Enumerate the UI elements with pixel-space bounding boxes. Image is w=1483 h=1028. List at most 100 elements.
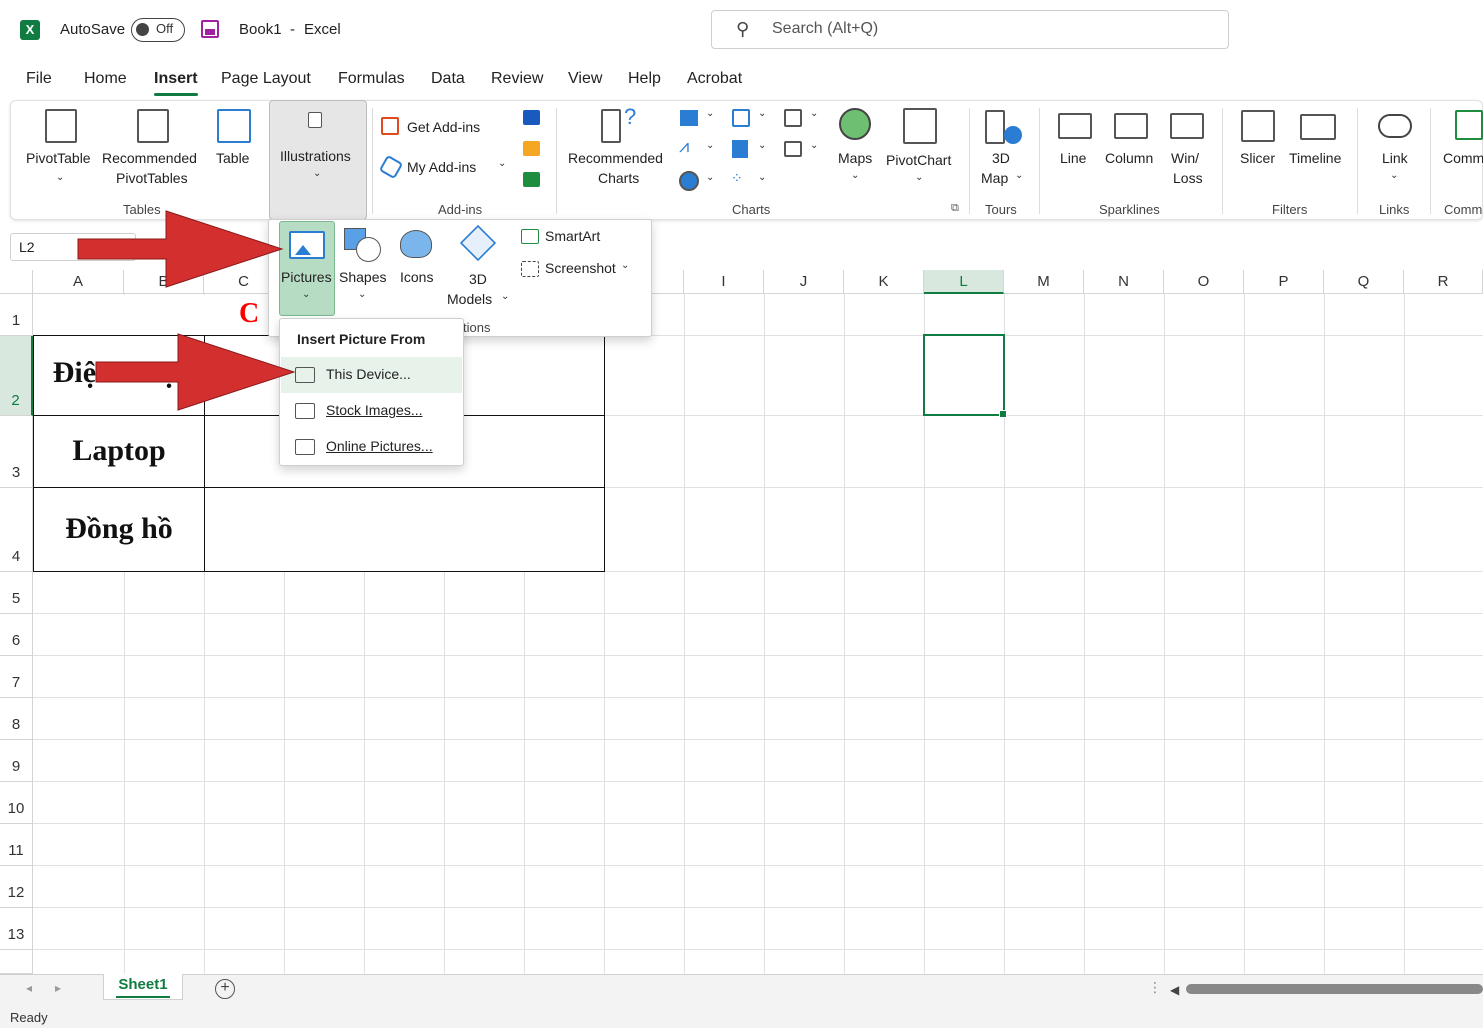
row-header[interactable] [0,950,33,974]
toggle-state: Off [156,21,174,36]
row-header[interactable]: 9 [0,740,33,782]
waterfall-chart-icon[interactable] [784,109,802,127]
menu-item-online-pictures[interactable]: Online Pictures... [281,429,462,465]
tab-acrobat[interactable]: Acrobat [687,70,742,88]
column-header[interactable]: K [844,270,924,294]
link-button[interactable]: Link [1382,150,1408,166]
recommended-pivottables-button[interactable]: Recommended [102,150,197,166]
ribbon-separator [1039,108,1040,214]
column-header[interactable]: Q [1324,270,1404,294]
column-header[interactable]: O [1164,270,1244,294]
tab-review[interactable]: Review [491,70,543,88]
autosave-toggle[interactable]: Off [131,18,185,42]
row-header[interactable]: 7 [0,656,33,698]
title-bar: X AutoSave Off Book1 - Excel ⚲ Search (A… [0,0,1483,60]
selected-cell-l2[interactable] [923,334,1007,418]
recommended-charts-button[interactable]: Recommended [568,150,663,166]
gridline [1164,294,1165,974]
tab-home[interactable]: Home [84,70,127,88]
row-header-selected[interactable]: 2 [0,336,33,416]
row-header[interactable]: 4 [0,488,33,572]
scatter-chart-icon[interactable]: ⁘ [731,170,743,187]
tab-data[interactable]: Data [431,70,465,88]
row-header[interactable]: 8 [0,698,33,740]
menu-item-this-device[interactable]: This Device... [281,357,462,393]
tab-help[interactable]: Help [628,70,661,88]
3d-models-button[interactable]: 3D [469,271,487,287]
get-addins-button[interactable]: Get Add-ins [407,119,480,135]
tab-insert[interactable]: Insert [154,70,198,96]
scroll-split-icon[interactable]: ⋮ [1148,979,1162,996]
search-box[interactable]: ⚲ Search (Alt+Q) [711,10,1229,49]
menu-item-label: Stock Images... [326,402,423,418]
chevron-down-icon: ⌄ [915,172,924,183]
sheet-tab-sheet1[interactable]: Sheet1 [103,974,183,1000]
row-header[interactable]: 6 [0,614,33,656]
tab-formulas[interactable]: Formulas [338,70,405,88]
prev-sheet-icon[interactable]: ◂ [26,981,32,995]
line-chart-icon[interactable]: ⩘ [679,136,689,157]
tab-file[interactable]: File [26,70,52,88]
smartart-button[interactable]: SmartArt [545,228,600,244]
sparkline-winloss-button[interactable]: Win/ [1171,150,1199,166]
my-addins-button[interactable]: My Add-ins [407,159,476,175]
menu-item-stock-images[interactable]: Stock Images... [281,393,462,429]
3d-map-icon [985,110,1005,144]
row-header[interactable]: 10 [0,782,33,824]
bing-maps-icon[interactable] [523,141,540,156]
toggle-knob-icon [136,23,149,36]
row-header[interactable]: 11 [0,824,33,866]
column-header[interactable]: J [764,270,844,294]
sparkline-column-button[interactable]: Column [1105,150,1153,166]
column-header[interactable]: I [684,270,764,294]
tab-view[interactable]: View [568,70,602,88]
row-header[interactable]: 3 [0,416,33,488]
3d-map-label2: Map [981,170,1009,186]
column-header-selected[interactable]: L [924,270,1004,294]
scroll-left-icon[interactable]: ◀ [1170,983,1179,997]
pivottable-button[interactable]: PivotTable [26,150,91,166]
dialog-launcher-icon[interactable]: ⧉ [951,202,959,215]
column-header[interactable]: P [1244,270,1324,294]
people-graph-icon[interactable] [523,172,540,187]
doc-name: Book1 [239,21,282,38]
gridline [764,294,765,974]
column-header[interactable]: N [1084,270,1164,294]
combo-chart-icon[interactable] [784,141,802,157]
slicer-button[interactable]: Slicer [1240,150,1275,166]
tab-page-layout[interactable]: Page Layout [221,70,311,88]
hierarchy-chart-icon[interactable] [732,109,750,127]
column-header[interactable]: M [1004,270,1084,294]
pivotchart-button[interactable]: PivotChart [886,152,951,168]
screenshot-button[interactable]: Screenshot [545,260,616,276]
column-chart-icon[interactable] [680,110,698,126]
title-cell-text: C [239,298,260,329]
icons-button[interactable]: Icons [400,269,433,285]
cell-a4[interactable]: Đồng hồ [34,512,204,546]
pie-chart-icon[interactable] [679,171,699,191]
visio-icon[interactable] [523,110,540,125]
shapes-button[interactable]: Shapes [339,269,386,285]
cell-a3[interactable]: Laptop [34,434,204,468]
gridline [33,613,1483,614]
get-addins-icon [381,117,399,135]
ribbon-separator [556,108,557,214]
next-sheet-icon[interactable]: ▸ [55,981,61,995]
table-button[interactable]: Table [216,150,249,166]
horizontal-scrollbar[interactable] [1186,984,1483,994]
save-icon[interactable] [201,20,219,38]
statistic-chart-icon[interactable] [732,140,748,158]
3d-map-button[interactable]: 3D [992,150,1010,166]
column-header[interactable]: R [1404,270,1483,294]
add-sheet-icon[interactable]: + [215,979,235,999]
timeline-button[interactable]: Timeline [1289,150,1341,166]
row-header[interactable]: 5 [0,572,33,614]
row-header[interactable]: 12 [0,866,33,908]
sparkline-line-button[interactable]: Line [1060,150,1086,166]
comment-button[interactable]: Comm [1443,150,1483,166]
maps-button[interactable]: Maps [838,150,872,166]
row-header[interactable]: 1 [0,294,33,336]
row-header[interactable]: 13 [0,908,33,950]
sparkline-column-icon [1114,113,1148,139]
select-all-corner[interactable] [0,270,33,294]
